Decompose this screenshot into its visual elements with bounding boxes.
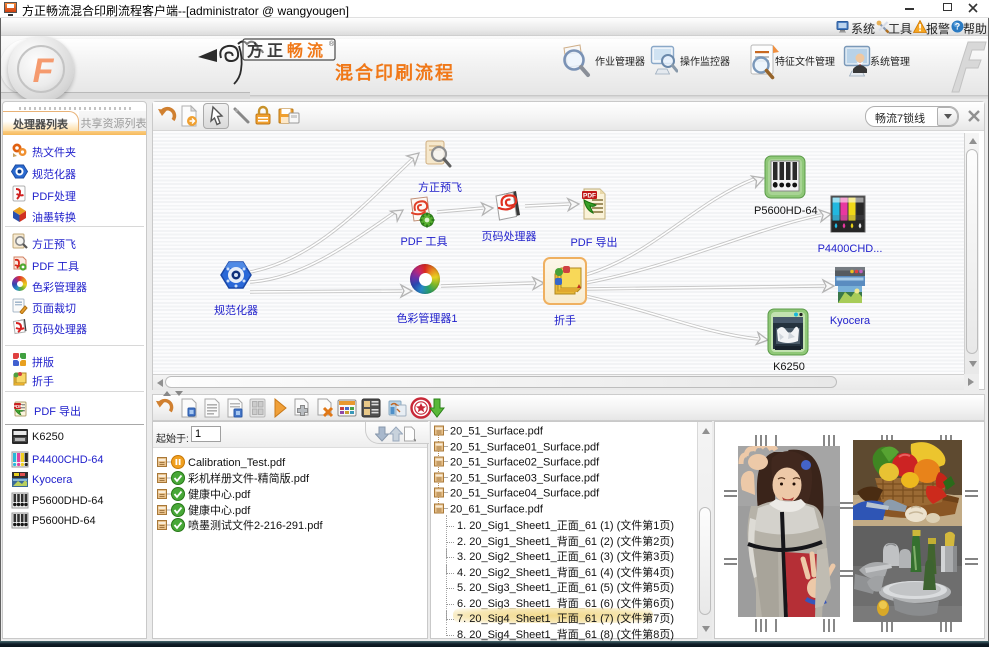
svg-text:喷墨测试文件2-216-291.pdf: 喷墨测试文件2-216-291.pdf [188, 518, 323, 532]
svg-text:混合印刷流程: 混合印刷流程 [335, 62, 455, 83]
svg-text:健康中心.pdf: 健康中心.pdf [188, 503, 251, 517]
svg-text:方正: 方正 [247, 41, 287, 60]
svg-text:20_51_Surface.pdf: 20_51_Surface.pdf [450, 426, 544, 438]
svg-text:PDF: PDF [583, 193, 596, 200]
svg-text:20_51_Surface04_Surface.pdf: 20_51_Surface04_Surface.pdf [450, 488, 600, 500]
svg-text:20_51_Surface01_Surface.pdf: 20_51_Surface01_Surface.pdf [450, 441, 600, 453]
svg-text:?: ? [955, 22, 961, 32]
svg-text:畅流: 畅流 [287, 41, 327, 60]
svg-text:®: ® [329, 40, 335, 48]
svg-text:彩机样册文件-精简版.pdf: 彩机样册文件-精简版.pdf [188, 471, 310, 485]
svg-text:20_51_Surface03_Surface.pdf: 20_51_Surface03_Surface.pdf [450, 472, 600, 484]
svg-text:20_61_Surface.pdf: 20_61_Surface.pdf [450, 503, 544, 515]
svg-text:健康中心.pdf: 健康中心.pdf [188, 487, 251, 501]
svg-text:Calibration_Test.pdf: Calibration_Test.pdf [188, 457, 286, 469]
svg-text:20_51_Surface02_Surface.pdf: 20_51_Surface02_Surface.pdf [450, 457, 600, 469]
svg-text:PDF: PDF [13, 404, 22, 409]
